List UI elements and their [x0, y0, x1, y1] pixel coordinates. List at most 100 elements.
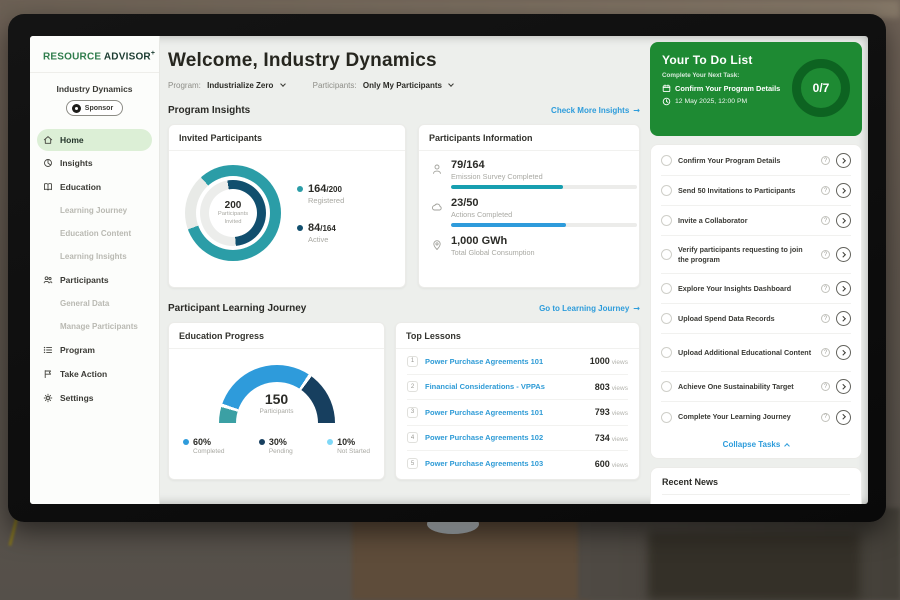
task-open-button[interactable] — [836, 345, 851, 360]
top-lessons-card: Top Lessons 1 Power Purchase Agreements … — [395, 322, 640, 480]
task-row: Send 50 Invitations to Participants ? — [661, 176, 851, 206]
app-logo: RESOURCE ADVISOR+ — [30, 50, 159, 62]
card-title: Education Progress — [169, 323, 384, 349]
help-icon[interactable]: ? — [821, 413, 830, 422]
todo-progress-value: 0/7 — [813, 81, 830, 95]
help-icon[interactable]: ? — [821, 284, 830, 293]
participants-filter-label: Participants: — [313, 81, 357, 90]
task-checkbox[interactable] — [661, 347, 672, 358]
sidebar-item-home[interactable]: Home — [37, 129, 152, 151]
sidebar-item-label: Education Content — [60, 229, 131, 238]
lesson-link[interactable]: Financial Considerations - VPPAs — [425, 382, 588, 391]
sidebar-item-learning-journey[interactable]: Learning Journey — [30, 199, 159, 222]
logo-sup: + — [151, 50, 155, 57]
task-checkbox[interactable] — [661, 283, 672, 294]
sidebar: RESOURCE ADVISOR+ Industry Dynamics Spon… — [30, 36, 160, 504]
chevron-up-icon — [784, 443, 790, 449]
chevron-right-icon — [841, 384, 846, 389]
help-icon[interactable]: ? — [821, 156, 830, 165]
sidebar-item-label: Program — [60, 345, 95, 355]
check-more-insights-link[interactable]: Check More Insights→ — [551, 106, 640, 115]
sidebar-item-education-content[interactable]: Education Content — [30, 222, 159, 245]
sidebar-item-insights[interactable]: Insights — [30, 151, 159, 175]
task-open-button[interactable] — [836, 379, 851, 394]
participants-filter-value: Only My Participants — [363, 81, 442, 90]
task-open-button[interactable] — [836, 213, 851, 228]
task-checkbox[interactable] — [661, 185, 672, 196]
gauge-legend: 60%Completed 30%Pending 10%Not Started — [169, 437, 384, 455]
legend-pending: 30%Pending — [259, 437, 293, 455]
task-checkbox[interactable] — [661, 155, 672, 166]
legend-dot — [259, 439, 265, 445]
page-title: Welcome, Industry Dynamics — [168, 50, 640, 72]
lesson-row: 4 Power Purchase Agreements 102 734views — [407, 426, 628, 452]
task-open-button[interactable] — [836, 183, 851, 198]
card-title: Top Lessons — [396, 323, 639, 349]
participants-information-card: Participants Information 79/164 Emission… — [418, 124, 640, 288]
sidebar-item-education[interactable]: Education — [30, 175, 159, 199]
help-icon[interactable]: ? — [821, 250, 830, 259]
card-title: Participants Information — [419, 125, 639, 151]
legend-dot — [297, 225, 303, 231]
program-icon — [43, 345, 53, 355]
task-checkbox[interactable] — [661, 215, 672, 226]
task-open-button[interactable] — [836, 153, 851, 168]
lesson-row: 2 Financial Considerations - VPPAs 803vi… — [407, 375, 628, 401]
task-row: Invite a Collaborator ? — [661, 206, 851, 236]
task-checkbox[interactable] — [661, 412, 672, 423]
lesson-rank: 1 — [407, 356, 418, 367]
collapse-tasks-link[interactable]: Collapse Tasks — [661, 432, 851, 454]
education-icon — [43, 182, 53, 192]
legend-registered: 164/200 Registered — [297, 183, 344, 205]
legend-dot — [327, 439, 333, 445]
sidebar-item-manage-participants[interactable]: Manage Participants — [30, 315, 159, 338]
lesson-link[interactable]: Power Purchase Agreements 101 — [425, 408, 588, 417]
task-checkbox[interactable] — [661, 313, 672, 324]
help-icon[interactable]: ? — [821, 314, 830, 323]
section-title: Program Insights — [168, 105, 250, 116]
help-icon[interactable]: ? — [821, 348, 830, 357]
task-checkbox[interactable] — [661, 249, 672, 260]
program-filter[interactable]: Program: Industrialize Zero — [168, 81, 285, 90]
monitor-bezel: RESOURCE ADVISOR+ Industry Dynamics Spon… — [8, 14, 886, 522]
sidebar-item-take-action[interactable]: Take Action — [30, 362, 159, 386]
sidebar-item-participants[interactable]: Participants — [30, 268, 159, 292]
lesson-link[interactable]: Power Purchase Agreements 103 — [425, 459, 588, 468]
participants-icon — [43, 275, 53, 285]
legend-completed: 60%Completed — [183, 437, 224, 455]
card-title: Invited Participants — [169, 125, 405, 151]
sidebar-nav: Home Insights Education Learning Journey… — [30, 129, 159, 410]
help-icon[interactable]: ? — [821, 382, 830, 391]
sidebar-item-learning-insights[interactable]: Learning Insights — [30, 245, 159, 268]
help-icon[interactable]: ? — [821, 216, 830, 225]
task-checkbox[interactable] — [661, 381, 672, 392]
lesson-link[interactable]: Power Purchase Agreements 102 — [425, 433, 588, 442]
task-row: Complete Your Learning Journey ? — [661, 402, 851, 432]
task-row: Verify participants requesting to join t… — [661, 236, 851, 274]
lesson-row: 5 Power Purchase Agreements 103 600views — [407, 451, 628, 477]
task-open-button[interactable] — [836, 281, 851, 296]
cloud-icon — [431, 201, 443, 213]
sidebar-item-label: Home — [60, 135, 84, 145]
task-row: Upload Spend Data Records ? — [661, 304, 851, 334]
todo-task-list: Confirm Your Program Details ? Send 50 I… — [650, 144, 862, 459]
participants-filter[interactable]: Participants: Only My Participants — [313, 81, 454, 90]
donut-legend: 164/200 Registered 84/164 Active — [297, 183, 344, 244]
task-row: Upload Additional Educational Content ? — [661, 334, 851, 372]
task-open-button[interactable] — [836, 311, 851, 326]
chevron-right-icon — [841, 316, 846, 321]
help-icon[interactable]: ? — [821, 186, 830, 195]
sidebar-item-program[interactable]: Program — [30, 338, 159, 362]
sidebar-item-settings[interactable]: Settings — [30, 386, 159, 410]
lesson-link[interactable]: Power Purchase Agreements 101 — [425, 357, 583, 366]
sidebar-divider — [30, 72, 159, 73]
program-filter-value: Industrialize Zero — [207, 81, 273, 90]
learning-journey-header: Participant Learning Journey Go to Learn… — [168, 303, 640, 314]
lesson-rank: 4 — [407, 432, 418, 443]
task-open-button[interactable] — [836, 410, 851, 425]
stat-global-consumption: 1,000 GWh Total Global Consumption — [431, 235, 627, 257]
go-to-learning-journey-link[interactable]: Go to Learning Journey→ — [539, 304, 640, 313]
invited-participants-card: Invited Participants 200 Participants In… — [168, 124, 406, 288]
sidebar-item-general-data[interactable]: General Data — [30, 292, 159, 315]
task-open-button[interactable] — [836, 247, 851, 262]
